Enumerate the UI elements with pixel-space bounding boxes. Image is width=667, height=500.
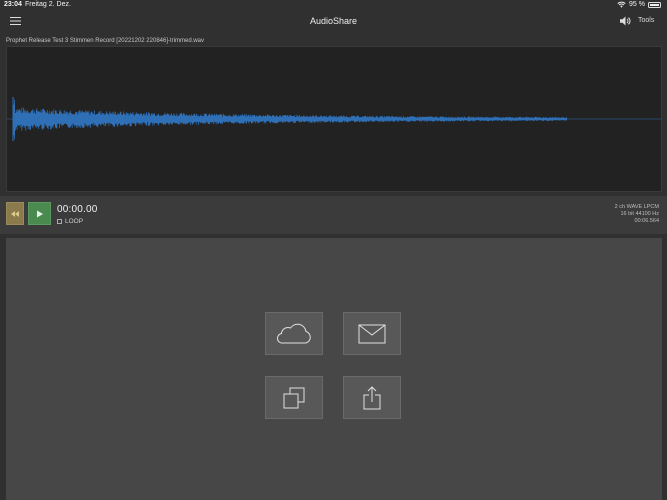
playback-time: 00:00.00 [57,204,98,215]
status-time: 23:04 [4,1,22,8]
share-button[interactable] [343,376,401,419]
waveform-svg [7,97,661,141]
file-info: 2 ch WAVE LPCM 16 bit 44100 Hz 00:06.564 [615,204,659,225]
battery-percent: 95 % [629,1,645,8]
share-icon [363,385,381,409]
loop-label: LOOP [65,218,84,225]
play-icon [36,210,43,217]
tools-button[interactable]: Tools [638,17,654,24]
cloud-icon [276,323,311,344]
app-title: AudioShare [309,16,358,26]
mail-icon [358,324,386,343]
wifi-icon [617,1,626,8]
battery-icon [648,1,661,8]
cloud-upload-button[interactable] [265,312,323,355]
status-date: Freitag 2. Dez. [25,1,71,8]
waveform-samples [12,98,567,141]
copy-button[interactable] [265,376,323,419]
speaker-icon[interactable] [619,15,631,27]
file-rate: 16 bit 44100 Hz [620,211,659,217]
status-right: 95 % [617,1,661,8]
battery-fill [650,3,659,6]
rewind-button[interactable] [6,202,24,225]
file-name: Prophet Release Test 3 Stimmen Record [2… [6,38,204,44]
waveform-view[interactable] [6,46,662,192]
waveform-path [12,98,567,141]
copy-icon [283,387,305,408]
file-format: 2 ch WAVE LPCM [614,204,659,210]
loop-checkbox[interactable] [57,219,62,224]
hamburger-icon[interactable] [10,15,21,27]
status-bar: 23:04 Freitag 2. Dez. 95 % [0,0,667,10]
email-button[interactable] [343,312,401,355]
nav-bar: AudioShare Tools [0,10,667,34]
file-duration: 00:06.564 [634,218,659,224]
rewind-icon [11,210,19,217]
play-button[interactable] [28,202,51,225]
loop-toggle[interactable]: LOOP [57,218,83,225]
transport-bar: 00:00.00 LOOP 2 ch WAVE LPCM 16 bit 4410… [0,196,667,234]
share-panel [6,238,662,500]
